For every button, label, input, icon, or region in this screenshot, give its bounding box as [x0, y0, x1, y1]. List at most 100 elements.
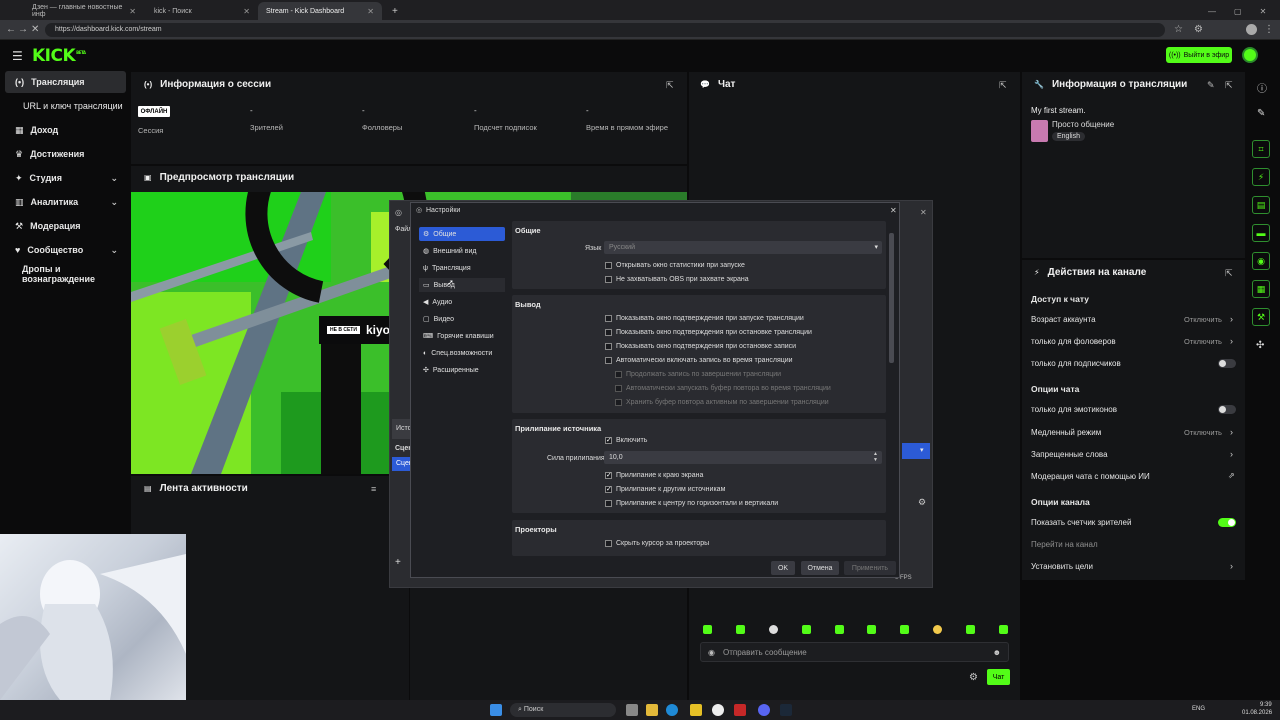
- emote-icon[interactable]: [768, 625, 778, 634]
- file-explorer-icon[interactable]: [646, 704, 658, 716]
- minimize-icon[interactable]: —: [1208, 7, 1216, 16]
- sidebar-item-stream[interactable]: (•) Трансляция: [5, 71, 126, 93]
- sidebar-item-analytics[interactable]: ▥ Аналитика ⌄: [5, 191, 126, 213]
- browser-tab[interactable]: Дзен — главные новостные инф ✕: [24, 2, 144, 20]
- expand-icon[interactable]: ⇱: [1225, 268, 1233, 279]
- settings-nav-stream[interactable]: ψ Трансляция: [419, 261, 505, 275]
- browser-tab-active[interactable]: Stream - Kick Dashboard ✕: [258, 2, 382, 20]
- close-icon[interactable]: ✕: [1260, 7, 1267, 16]
- expand-icon[interactable]: ⇱: [666, 80, 674, 91]
- language-indicator[interactable]: ENG: [1192, 706, 1205, 712]
- checkbox-row[interactable]: Показывать окно подтверждения при запуск…: [605, 315, 804, 322]
- setting-label[interactable]: Перейти на канал: [1031, 540, 1098, 549]
- settings-nav-video[interactable]: ▢ Видео: [419, 312, 505, 326]
- external-link-icon[interactable]: ⇗: [1228, 471, 1235, 480]
- setting-value[interactable]: Отключить: [1184, 428, 1222, 437]
- checkbox-checked[interactable]: ✓: [605, 486, 612, 493]
- checkbox-row[interactable]: ✓ Прилипание к другим источникам: [605, 486, 725, 493]
- settings-nav-audio[interactable]: ◀ Аудио: [419, 295, 505, 309]
- settings-gear-icon[interactable]: ⚙: [969, 672, 978, 683]
- emote-icon[interactable]: [834, 625, 844, 634]
- broadcast-icon[interactable]: ◉: [1252, 252, 1270, 270]
- sidebar-item-moderation[interactable]: ⚒ Модерация: [5, 215, 126, 237]
- checkbox-row[interactable]: Показывать окно подтверждения при остано…: [605, 329, 812, 336]
- sidebar-item-income[interactable]: ▦ Доход: [5, 119, 126, 141]
- community-icon[interactable]: ✣: [1256, 340, 1264, 351]
- app-icon[interactable]: [690, 704, 702, 716]
- kick-logo[interactable]: KICKBETA: [32, 46, 86, 66]
- url-field[interactable]: https://dashboard.kick.com/stream: [45, 23, 1165, 37]
- spin-arrows-icon[interactable]: ▲ ▼: [873, 451, 878, 463]
- checkbox-checked[interactable]: ✓: [605, 437, 612, 444]
- scan-icon[interactable]: ⌗: [1252, 140, 1270, 158]
- language-select[interactable]: Русский ▾: [604, 241, 882, 254]
- emote-only-toggle[interactable]: [1218, 405, 1236, 414]
- edit-icon[interactable]: ✎: [1257, 108, 1265, 119]
- checkbox[interactable]: [605, 357, 612, 364]
- sidebar-item-drops[interactable]: Дропы и вознаграждение: [5, 263, 126, 285]
- gear-icon[interactable]: ⚙: [918, 497, 926, 508]
- clock-time[interactable]: 9:39: [1260, 702, 1272, 708]
- settings-nav-output[interactable]: ▭ Вывод: [419, 278, 505, 292]
- chat-input[interactable]: ◉ Отправить сообщение ☻: [700, 642, 1009, 662]
- emote-icon[interactable]: [735, 625, 745, 634]
- expand-icon[interactable]: ⇱: [1225, 80, 1233, 91]
- checkbox-row[interactable]: Показывать окно подтверждения при остано…: [605, 343, 796, 350]
- steam-icon[interactable]: [780, 704, 792, 716]
- cancel-button[interactable]: Отмена: [801, 561, 839, 575]
- expand-icon[interactable]: ⇱: [999, 80, 1007, 91]
- setting-label[interactable]: Запрещенные слова: [1031, 450, 1108, 459]
- checkbox[interactable]: [605, 329, 612, 336]
- emote-icon[interactable]: [703, 625, 712, 634]
- setting-label[interactable]: Модерация чата с помощью ИИ: [1031, 472, 1150, 481]
- app-icon[interactable]: [734, 704, 746, 716]
- checkbox[interactable]: [605, 262, 612, 269]
- user-avatar[interactable]: [1242, 47, 1258, 63]
- category-name[interactable]: Просто общение: [1052, 120, 1114, 129]
- taskbar-search[interactable]: ⌕ Поиск: [510, 703, 616, 717]
- back-icon[interactable]: ←: [6, 24, 16, 35]
- checkbox-row[interactable]: Открывать окно статистики при запуске: [605, 262, 745, 269]
- windows-start-icon[interactable]: [490, 704, 502, 716]
- obs-dropdown[interactable]: ▾: [902, 443, 930, 459]
- filter-icon[interactable]: ≡: [371, 484, 376, 494]
- document-icon[interactable]: ▤: [1252, 196, 1270, 214]
- maximize-icon[interactable]: ▢: [1234, 7, 1242, 16]
- sidebar-item-stream-key[interactable]: URL и ключ трансляции: [5, 95, 126, 117]
- settings-nav-accessibility[interactable]: ◐ Спец.возможности: [419, 346, 505, 360]
- emote-icon[interactable]: [998, 625, 1008, 634]
- add-icon[interactable]: +: [395, 557, 401, 568]
- hamburger-icon[interactable]: ☰: [12, 49, 23, 63]
- task-view-icon[interactable]: [626, 704, 638, 716]
- go-live-button[interactable]: ((•)) Выйти в эфир: [1166, 47, 1232, 63]
- emote-icon[interactable]: [966, 625, 975, 634]
- settings-nav-appearance[interactable]: ◍ Внешний вид: [419, 244, 505, 258]
- close-icon[interactable]: ✕: [367, 7, 374, 16]
- wrench-icon[interactable]: ⚒: [1252, 308, 1270, 326]
- sidebar-item-achievements[interactable]: ♛ Достижения: [5, 143, 126, 165]
- viewer-count-toggle[interactable]: [1218, 518, 1236, 527]
- info-icon[interactable]: ⓘ: [1257, 80, 1267, 95]
- emote-icon[interactable]: [801, 625, 811, 634]
- close-icon[interactable]: ✕: [243, 7, 250, 16]
- edit-icon[interactable]: ✎: [1207, 80, 1215, 91]
- emote-icon[interactable]: [900, 625, 910, 634]
- chevron-right-icon[interactable]: ›: [1230, 561, 1233, 571]
- chrome-icon[interactable]: [712, 704, 724, 716]
- settings-nav-hotkeys[interactable]: ⌨ Горячие клавиши: [419, 329, 505, 343]
- avatar[interactable]: [1246, 24, 1257, 35]
- reload-icon[interactable]: ✕: [31, 24, 39, 35]
- chevron-right-icon[interactable]: ›: [1230, 427, 1233, 437]
- send-chat-button[interactable]: Чат: [987, 669, 1010, 685]
- layers-icon[interactable]: ▦: [1252, 280, 1270, 298]
- discord-icon[interactable]: [758, 704, 770, 716]
- subscribers-only-toggle[interactable]: [1218, 359, 1236, 368]
- new-tab-icon[interactable]: +: [384, 2, 400, 20]
- checkbox-row[interactable]: Скрыть курсор за проекторы: [605, 540, 709, 547]
- checkbox-checked[interactable]: ✓: [605, 472, 612, 479]
- forward-icon[interactable]: →: [18, 24, 28, 35]
- sidebar-item-community[interactable]: ♥ Сообщество ⌄: [5, 239, 126, 261]
- lightning-icon[interactable]: ⚡: [1252, 168, 1270, 186]
- menu-icon[interactable]: ⋮: [1264, 24, 1274, 35]
- setting-value[interactable]: Отключить: [1184, 315, 1222, 324]
